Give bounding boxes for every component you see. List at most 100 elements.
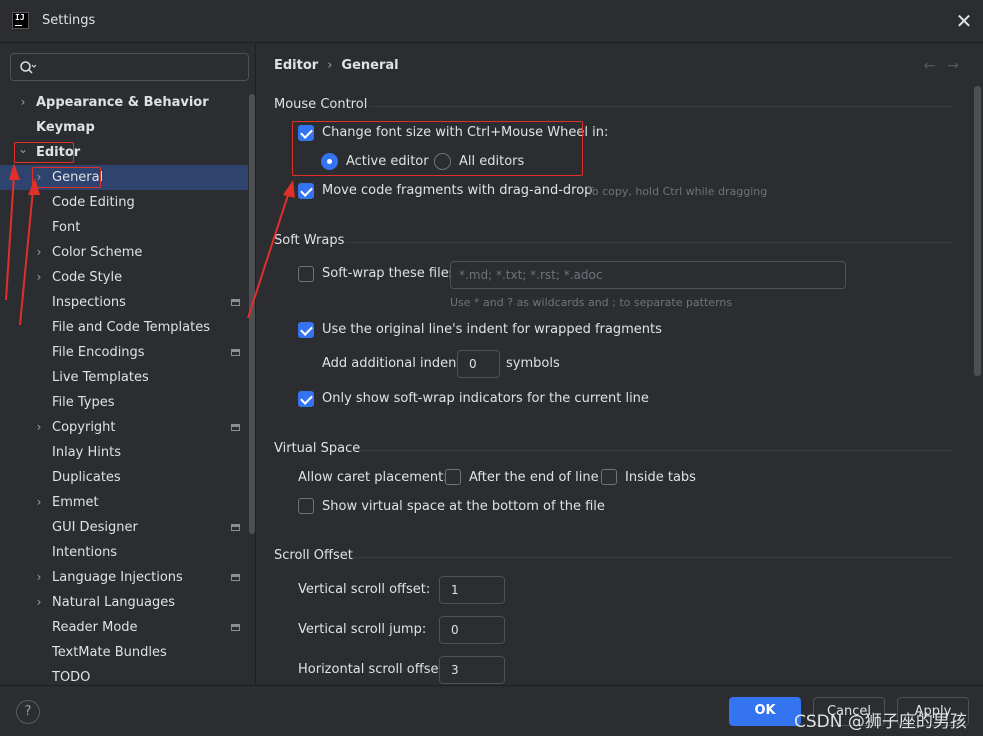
chevron-right-icon[interactable]: ›	[34, 415, 44, 440]
chevron-right-icon[interactable]: ›	[34, 590, 44, 615]
show-bottom-checkbox[interactable]	[298, 498, 314, 514]
sidebar-item-color-scheme[interactable]: › Color Scheme	[0, 240, 248, 265]
sidebar-item-label: TextMate Bundles	[52, 645, 167, 660]
sidebar-item-label: File Types	[52, 395, 115, 410]
section-scroll-offset: Scroll Offset	[274, 548, 353, 563]
vertical-jump-input[interactable]: 0	[439, 616, 505, 644]
vertical-offset-input[interactable]: 1	[439, 576, 505, 604]
caret-placement-label: Allow caret placement:	[298, 470, 448, 485]
sidebar-item-inspections[interactable]: Inspections	[0, 290, 248, 315]
inside-tabs-label: Inside tabs	[625, 470, 696, 485]
breadcrumb-parent[interactable]: Editor	[274, 58, 318, 73]
sidebar-item-emmet[interactable]: › Emmet	[0, 490, 248, 515]
sidebar-item-label: Language Injections	[52, 570, 183, 585]
content-scrollbar[interactable]	[974, 86, 981, 376]
project-scope-icon	[231, 624, 240, 631]
additional-indent-label: Add additional indent:	[322, 356, 466, 371]
sidebar-item-language-injections[interactable]: › Language Injections	[0, 565, 248, 590]
window-title: Settings	[42, 13, 96, 28]
intellij-app-icon: IJ	[12, 12, 29, 29]
chevron-right-icon[interactable]: ›	[34, 490, 44, 515]
sidebar-item-intentions[interactable]: Intentions	[0, 540, 248, 565]
additional-indent-input[interactable]: 0	[457, 350, 500, 378]
original-indent-label: Use the original line's indent for wrapp…	[322, 322, 662, 337]
sidebar-item-label: Inlay Hints	[52, 445, 121, 460]
original-indent-checkbox[interactable]	[298, 322, 314, 338]
sidebar-item-file-types[interactable]: File Types	[0, 390, 248, 415]
soft-wrap-hint: Use * and ? as wildcards and ; to separa…	[450, 296, 733, 309]
watermark: CSDN @狮子座的男孩	[794, 712, 967, 732]
chevron-right-icon[interactable]: ›	[34, 565, 44, 590]
breadcrumb-separator-icon: ›	[327, 58, 333, 73]
annotation-box-general	[32, 167, 101, 188]
sidebar-item-todo[interactable]: TODO	[0, 665, 248, 685]
close-icon[interactable]: ✕	[955, 11, 973, 31]
sidebar-item-natural-languages[interactable]: › Natural Languages	[0, 590, 248, 615]
soft-wrap-files-input[interactable]: *.md; *.txt; *.rst; *.adoc	[450, 261, 846, 289]
forward-arrow-icon[interactable]: →	[947, 58, 971, 74]
back-arrow-icon[interactable]: ←	[924, 58, 948, 74]
horizontal-offset-input[interactable]: 3	[439, 656, 505, 684]
sidebar-item-label: Live Templates	[52, 370, 149, 385]
sidebar-scrollbar[interactable]	[249, 94, 255, 534]
section-soft-wraps: Soft Wraps	[274, 233, 345, 248]
project-scope-icon	[231, 424, 240, 431]
show-bottom-label: Show virtual space at the bottom of the …	[322, 499, 605, 514]
sidebar-item-reader-mode[interactable]: Reader Mode	[0, 615, 248, 640]
nav-arrows: ←→	[924, 58, 971, 74]
horizontal-offset-label: Horizontal scroll offset:	[298, 662, 448, 677]
sidebar-item-label: Intentions	[52, 545, 118, 560]
current-line-label: Only show soft-wrap indicators for the c…	[322, 391, 649, 406]
title-bar: IJ Settings ✕	[0, 0, 983, 43]
sidebar-item-label: Keymap	[36, 120, 95, 135]
sidebar-item-file-encodings[interactable]: File Encodings	[0, 340, 248, 365]
search-icon	[20, 61, 37, 74]
sidebar-item-label: Copyright	[52, 420, 116, 435]
section-mouse-control: Mouse Control	[274, 97, 368, 112]
annotation-box-font-size	[292, 121, 583, 176]
current-line-checkbox[interactable]	[298, 391, 314, 407]
sidebar-item-copyright[interactable]: › Copyright	[0, 415, 248, 440]
project-scope-icon	[231, 299, 240, 306]
sidebar-item-live-templates[interactable]: Live Templates	[0, 365, 248, 390]
sidebar-item-inlay-hints[interactable]: Inlay Hints	[0, 440, 248, 465]
sidebar-item-textmate-bundles[interactable]: TextMate Bundles	[0, 640, 248, 665]
sidebar-item-label: GUI Designer	[52, 520, 138, 535]
sidebar-item-label: File and Code Templates	[52, 320, 210, 335]
sidebar-item-appearance-behavior[interactable]: › Appearance & Behavior	[0, 90, 248, 115]
sidebar-item-font[interactable]: Font	[0, 215, 248, 240]
section-divider	[353, 557, 954, 558]
sidebar-item-file-and-code-templates[interactable]: File and Code Templates	[0, 315, 248, 340]
sidebar-item-duplicates[interactable]: Duplicates	[0, 465, 248, 490]
chevron-right-icon[interactable]: ›	[34, 265, 44, 290]
section-virtual-space: Virtual Space	[274, 441, 361, 456]
project-scope-icon	[231, 574, 240, 581]
help-button[interactable]: ?	[16, 700, 40, 724]
ok-button[interactable]: OK	[729, 697, 801, 726]
inside-tabs-checkbox[interactable]	[601, 469, 617, 485]
annotation-box-editor	[14, 142, 74, 163]
after-end-label: After the end of line	[469, 470, 599, 485]
soft-wrap-files-checkbox[interactable]	[298, 266, 314, 282]
sidebar-item-label: TODO	[52, 670, 91, 685]
section-divider	[357, 450, 954, 451]
sidebar-item-keymap[interactable]: Keymap	[0, 115, 248, 140]
chevron-right-icon[interactable]: ›	[34, 240, 44, 265]
project-scope-icon	[231, 524, 240, 531]
search-input[interactable]	[10, 53, 249, 81]
chevron-right-icon[interactable]: ›	[18, 90, 28, 115]
after-end-checkbox[interactable]	[445, 469, 461, 485]
breadcrumb: Editor › General	[274, 58, 399, 73]
breadcrumb-current: General	[341, 58, 399, 73]
sidebar-item-label: Duplicates	[52, 470, 121, 485]
drag-drop-checkbox[interactable]	[298, 183, 314, 199]
sidebar-item-code-editing[interactable]: Code Editing	[0, 190, 248, 215]
vertical-jump-label: Vertical scroll jump:	[298, 622, 427, 637]
drag-drop-label: Move code fragments with drag-and-drop	[322, 183, 593, 198]
sidebar-item-label: Reader Mode	[52, 620, 138, 635]
sidebar-item-label: Code Style	[52, 270, 123, 285]
vertical-offset-label: Vertical scroll offset:	[298, 582, 431, 597]
sidebar-item-code-style[interactable]: › Code Style	[0, 265, 248, 290]
project-scope-icon	[231, 349, 240, 356]
sidebar-item-gui-designer[interactable]: GUI Designer	[0, 515, 248, 540]
